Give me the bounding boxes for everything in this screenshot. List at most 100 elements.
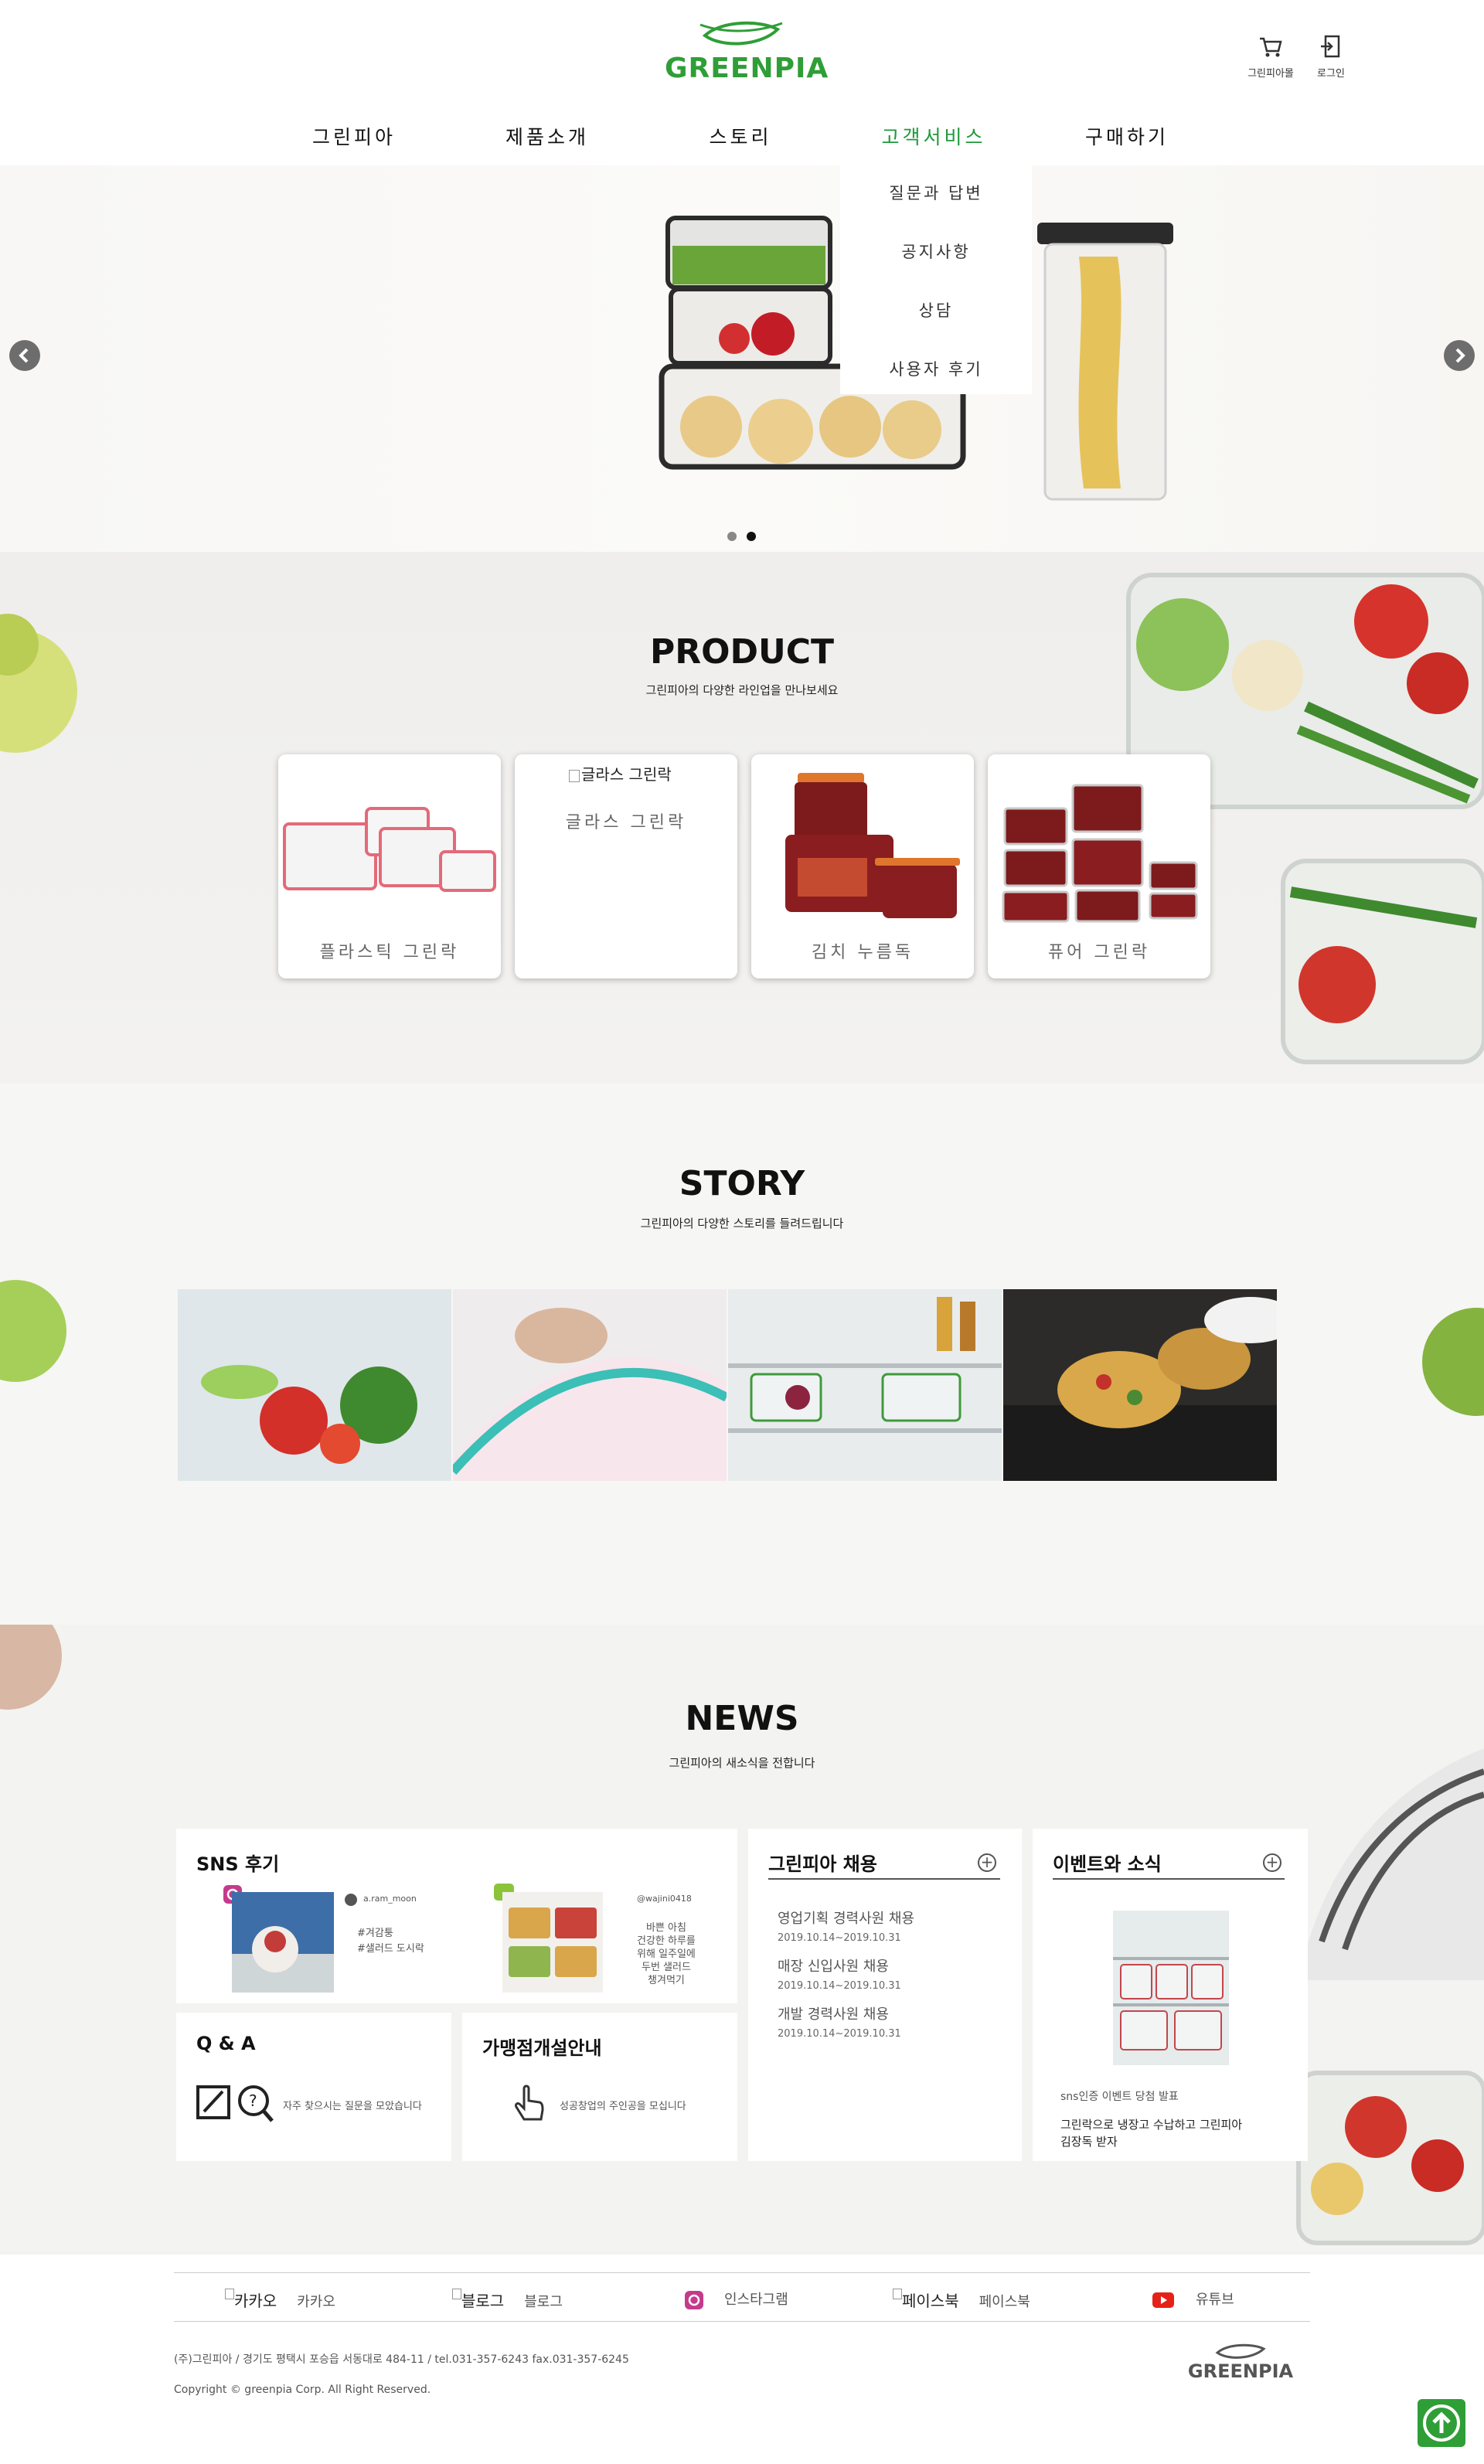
product-card-pure[interactable]: 퓨어 그린락 (988, 754, 1210, 978)
sns-post-image-2[interactable] (502, 1892, 603, 1993)
sns-user-1: a.ram_moon (363, 1894, 417, 1904)
dropdown-item-consult[interactable]: 상담 (840, 298, 1032, 322)
recruit-title[interactable]: 그린피아 채용 (768, 1849, 877, 1876)
product-label-pure: 퓨어 그린락 (1047, 943, 1151, 962)
scroll-top-button[interactable] (1418, 2399, 1465, 2447)
broken-image-alt: 글라스 그린락 (569, 762, 672, 784)
fridge-storage-image (728, 1289, 1002, 1481)
events-caption: sns인증 이벤트 당첨 발표 (1060, 2091, 1179, 2103)
mall-label: 그린피아몰 (1247, 68, 1294, 80)
story-image-oven[interactable] (1003, 1289, 1277, 1481)
main-nav: 그린피아 제품소개 스토리 고객서비스 구매하기 (0, 116, 1484, 158)
login-icon (1321, 35, 1340, 58)
recruit-box: 그린피아 채용 + 영업기획 경력사원 채용 2019.10.14~2019.1… (748, 1829, 1022, 2161)
broken-image-icon (893, 2289, 902, 2299)
login-link[interactable]: 로그인 (1300, 32, 1362, 80)
nav-item-story[interactable]: 스토리 (663, 122, 818, 150)
leaf-logo-icon (1215, 2343, 1266, 2359)
sns-review-box: SNS 후기 a.ram_moon #겨감퉁 #샐러드 도시락 @wajini0… (176, 1829, 737, 2003)
product-label-kimchi: 김치 누름독 (811, 943, 914, 962)
dropdown-item-notice[interactable]: 공지사항 (840, 240, 1032, 263)
product-label-glass: 글라스 그린락 (565, 813, 687, 832)
mall-link[interactable]: 그린피아몰 (1240, 32, 1302, 80)
dropdown-item-qna[interactable]: 질문과 답변 (840, 181, 1032, 204)
footer-link-instagram[interactable]: 인스타그램 (684, 2289, 788, 2310)
sns-text-2: 바쁜 아침 건강한 하루를 위해 일주일에 두번 샐러드 챙겨먹기 (637, 1922, 696, 1986)
footer-logo-wordmark: GREENPIA (1187, 2360, 1294, 2382)
events-box: 이벤트와 소식 + sns인증 이벤트 당첨 발표 그린락으로 냉장고 수납하고… (1033, 1829, 1308, 2161)
story-title: STORY (679, 1164, 805, 1203)
cart-icon (1260, 37, 1282, 57)
broken-image-icon (225, 2289, 234, 2299)
lettuce-decoration (1422, 1308, 1484, 1416)
facebook-label: 페이스북 (979, 2294, 1030, 2310)
chevron-right-icon (1455, 348, 1465, 363)
facebook-alt: 페이스북 (902, 2292, 959, 2310)
site-header: GREENPIA 그린피아몰 로그인 그린피아 제품소개 스토리 고객서비스 구… (0, 0, 1484, 165)
nav-item-greenpia[interactable]: 그린피아 (277, 122, 431, 150)
sns-title[interactable]: SNS 후기 (196, 1849, 279, 1876)
news-subtitle: 그린피아의 새소식을 전합니다 (669, 1756, 815, 1770)
event-fridge-image[interactable] (1113, 1911, 1229, 2065)
product-card-plastic[interactable]: 플라스틱 그린락 (278, 754, 501, 978)
chevron-left-icon (19, 348, 29, 363)
franchise-box[interactable]: 가맹점개설안내 성공창업의 주인공을 모십니다 (462, 2013, 737, 2161)
blog-alt: 블로그 (461, 2292, 505, 2310)
vegetable-splash-image (178, 1289, 451, 1481)
recruit-more-button[interactable]: + (978, 1853, 996, 1872)
recruit-item-1-date: 2019.10.14~2019.10.31 (778, 1932, 901, 1944)
logo-wordmark: GREENPIA (665, 53, 829, 84)
nav-item-customer-service[interactable]: 고객서비스 (856, 122, 1011, 150)
hero-dot-1[interactable] (727, 532, 737, 541)
hand-pointer-icon (515, 2085, 544, 2121)
recruit-item-2-title[interactable]: 매장 신입사원 채용 (778, 1955, 889, 1976)
divider (1053, 1878, 1285, 1880)
events-title[interactable]: 이벤트와 소식 (1053, 1849, 1162, 1876)
recruit-item-1-title[interactable]: 영업기획 경력사원 채용 (778, 1908, 914, 1928)
story-image-vegetables[interactable] (178, 1289, 451, 1481)
hero-dot-2[interactable] (747, 532, 756, 541)
footer-link-youtube[interactable]: 유튜브 (1152, 2289, 1234, 2309)
footer-sns-links: 카카오 카카오 블로그 블로그 인스타그램 페이스북 페이스북 유튜브 (174, 2272, 1310, 2322)
story-image-fridge[interactable] (728, 1289, 1002, 1481)
product-title: PRODUCT (649, 632, 835, 672)
events-text[interactable]: 그린락으로 냉장고 수납하고 그린피아 김장독 받자 (1060, 2116, 1242, 2150)
login-label: 로그인 (1317, 68, 1345, 80)
kakao-alt: 카카오 (234, 2292, 277, 2310)
events-more-button[interactable]: + (1263, 1853, 1281, 1872)
nav-item-purchase[interactable]: 구매하기 (1050, 122, 1204, 150)
product-card-kimchi[interactable]: 김치 누름독 (751, 754, 974, 978)
hero-slider (0, 165, 1484, 552)
qa-text: 자주 찾으시는 질문을 모았습니다 (283, 2101, 422, 2112)
sns-post-image-1[interactable] (232, 1892, 334, 1993)
plus-icon: + (980, 1853, 994, 1871)
leaf-logo-icon (699, 21, 783, 46)
recruit-item-3-date: 2019.10.14~2019.10.31 (778, 2028, 901, 2040)
hero-prev-button[interactable] (9, 340, 40, 371)
footer-address: (주)그린피아 / 경기도 평택시 포승읍 서동대로 484-11 / tel.… (174, 2353, 629, 2366)
footer-logo[interactable]: GREENPIA (1186, 2342, 1295, 2388)
youtube-label: 유튜브 (1196, 2292, 1234, 2308)
footer-link-blog[interactable]: 블로그 블로그 (452, 2289, 563, 2311)
salad-box-decoration (1296, 2071, 1484, 2245)
instagram-label: 인스타그램 (724, 2292, 788, 2308)
qa-box[interactable]: Q & A ? 자주 찾으시는 질문을 모았습니다 (176, 2013, 451, 2161)
franchise-text: 성공창업의 주인공을 모십니다 (560, 2101, 686, 2112)
qa-title: Q & A (196, 2033, 256, 2054)
plus-icon: + (1265, 1853, 1279, 1871)
dropdown-item-reviews[interactable]: 사용자 후기 (840, 357, 1032, 380)
product-label-plastic: 플라스틱 그린락 (319, 943, 460, 962)
story-image-lid[interactable] (453, 1289, 727, 1481)
nav-item-products[interactable]: 제품소개 (470, 122, 625, 150)
footer-link-facebook[interactable]: 페이스북 페이스북 (893, 2289, 1030, 2311)
sns-user-2: @wajini0418 (637, 1894, 692, 1904)
arrow-up-icon (1423, 2404, 1460, 2442)
recruit-item-3-title[interactable]: 개발 경력사원 채용 (778, 2003, 889, 2023)
avatar (345, 1894, 357, 1906)
hero-next-button[interactable] (1444, 340, 1475, 371)
product-subtitle: 그린피아의 다양한 라인업을 만나보세요 (645, 683, 839, 697)
product-card-glass[interactable]: 글라스 그린락 글라스 그린락 (515, 754, 737, 978)
brand-logo[interactable]: GREENPIA (665, 19, 829, 88)
svg-text:?: ? (249, 2091, 257, 2110)
footer-link-kakao[interactable]: 카카오 카카오 (225, 2289, 335, 2311)
